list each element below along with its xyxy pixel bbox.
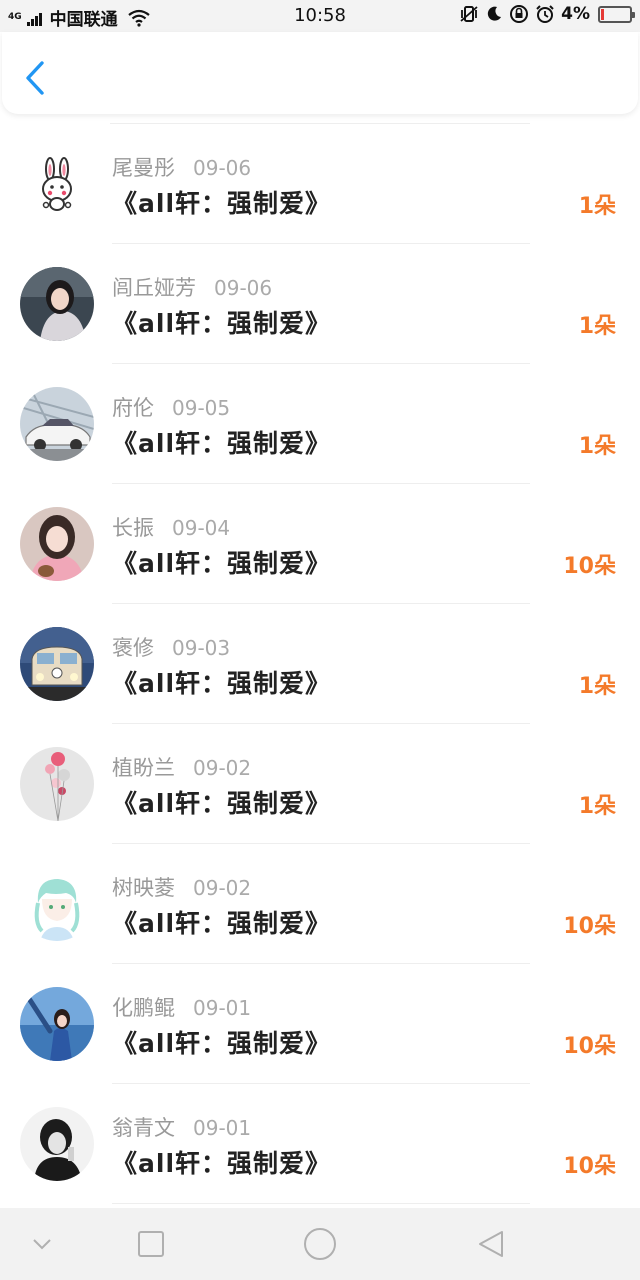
user-name: 长振 xyxy=(112,516,154,540)
list-item[interactable]: 长振 09-04 《all轩：强制爱》 10朵 xyxy=(0,484,640,604)
flower-amount: 1朵 xyxy=(578,194,616,219)
avatar[interactable] xyxy=(20,387,94,461)
name-line: 闾丘娅芳 09-06 xyxy=(112,272,272,302)
list-item[interactable]: 植盼兰 09-02 《all轩：强制爱》 1朵 xyxy=(0,724,640,844)
moon-icon xyxy=(487,6,502,21)
flower-amount: 1朵 xyxy=(578,434,616,459)
navigation-bar xyxy=(0,1208,640,1280)
vibrate-icon xyxy=(460,6,478,22)
list-item[interactable]: 府伦 09-05 《all轩：强制爱》 1朵 xyxy=(0,364,640,484)
header xyxy=(2,32,638,114)
avatar[interactable] xyxy=(20,867,94,941)
list-item[interactable]: 树映菱 09-02 《all轩：强制爱》 10朵 xyxy=(0,844,640,964)
book-title: 《all轩：强制爱》 xyxy=(112,189,332,218)
user-name: 化鹏鲲 xyxy=(112,996,175,1020)
recent-apps-icon[interactable] xyxy=(133,1226,169,1262)
back-icon[interactable] xyxy=(474,1226,510,1262)
alarm-icon xyxy=(536,5,554,23)
avatar[interactable] xyxy=(20,627,94,701)
avatar[interactable] xyxy=(20,267,94,341)
user-name: 植盼兰 xyxy=(112,756,175,780)
date: 09-02 xyxy=(193,756,252,780)
avatar[interactable] xyxy=(20,507,94,581)
user-name: 闾丘娅芳 xyxy=(112,276,196,300)
user-name: 褒修 xyxy=(112,636,154,660)
gift-record-list: 尾曼彤 09-06 《all轩：强制爱》 1朵 闾丘娅芳 09-06 《all轩：强制爱》 1… xyxy=(0,123,640,1204)
date: 09-06 xyxy=(214,276,273,300)
avatar[interactable] xyxy=(20,747,94,821)
date: 09-01 xyxy=(193,1116,252,1140)
book-title: 《all轩：强制爱》 xyxy=(112,429,332,458)
name-line: 翁青文 09-01 xyxy=(112,1112,251,1142)
avatar[interactable] xyxy=(20,1107,94,1181)
name-line: 长振 09-04 xyxy=(112,512,230,542)
user-name: 府伦 xyxy=(112,396,154,420)
name-line: 植盼兰 09-02 xyxy=(112,752,251,782)
book-title: 《all轩：强制爱》 xyxy=(112,789,332,818)
flower-amount: 10朵 xyxy=(563,1154,616,1179)
home-icon[interactable] xyxy=(300,1224,340,1264)
user-name: 翁青文 xyxy=(112,1116,175,1140)
name-line: 树映菱 09-02 xyxy=(112,872,251,902)
date: 09-04 xyxy=(172,516,231,540)
list-item[interactable]: 闾丘娅芳 09-06 《all轩：强制爱》 1朵 xyxy=(0,244,640,364)
date: 09-01 xyxy=(193,996,252,1020)
book-title: 《all轩：强制爱》 xyxy=(112,1149,332,1178)
date: 09-03 xyxy=(172,636,231,660)
user-name: 树映菱 xyxy=(112,876,175,900)
flower-amount: 1朵 xyxy=(578,674,616,699)
flower-amount: 10朵 xyxy=(563,1034,616,1059)
battery-icon xyxy=(598,5,635,23)
date: 09-05 xyxy=(172,396,231,420)
name-line: 府伦 09-05 xyxy=(112,392,230,422)
book-title: 《all轩：强制爱》 xyxy=(112,669,332,698)
book-title: 《all轩：强制爱》 xyxy=(112,1029,332,1058)
flower-amount: 1朵 xyxy=(578,794,616,819)
avatar[interactable] xyxy=(20,147,94,221)
book-title: 《all轩：强制爱》 xyxy=(112,909,332,938)
list-item[interactable]: 翁青文 09-01 《all轩：强制爱》 10朵 xyxy=(0,1084,640,1204)
divider xyxy=(112,1203,530,1204)
list-item[interactable]: 褒修 09-03 《all轩：强制爱》 1朵 xyxy=(0,604,640,724)
date: 09-02 xyxy=(193,876,252,900)
list-item[interactable]: 尾曼彤 09-06 《all轩：强制爱》 1朵 xyxy=(0,124,640,244)
chevron-left-icon[interactable] xyxy=(20,60,50,96)
battery-percent: 4% xyxy=(561,4,590,24)
name-line: 尾曼彤 09-06 xyxy=(112,152,251,182)
date: 09-06 xyxy=(193,156,252,180)
user-name: 尾曼彤 xyxy=(112,156,175,180)
book-title: 《all轩：强制爱》 xyxy=(112,309,332,338)
flower-amount: 10朵 xyxy=(563,554,616,579)
name-line: 褒修 09-03 xyxy=(112,632,230,662)
rotation-lock-icon xyxy=(510,5,529,23)
flower-amount: 10朵 xyxy=(563,914,616,939)
name-line: 化鹏鲲 09-01 xyxy=(112,992,251,1022)
status-right: 4% xyxy=(459,4,635,24)
flower-amount: 1朵 xyxy=(578,314,616,339)
avatar[interactable] xyxy=(20,987,94,1061)
status-bar: 4G 中国联通 10:58 4% xyxy=(0,0,640,32)
collapse-icon[interactable] xyxy=(24,1226,60,1262)
list-item[interactable]: 化鹏鲲 09-01 《all轩：强制爱》 10朵 xyxy=(0,964,640,1084)
book-title: 《all轩：强制爱》 xyxy=(112,549,332,578)
